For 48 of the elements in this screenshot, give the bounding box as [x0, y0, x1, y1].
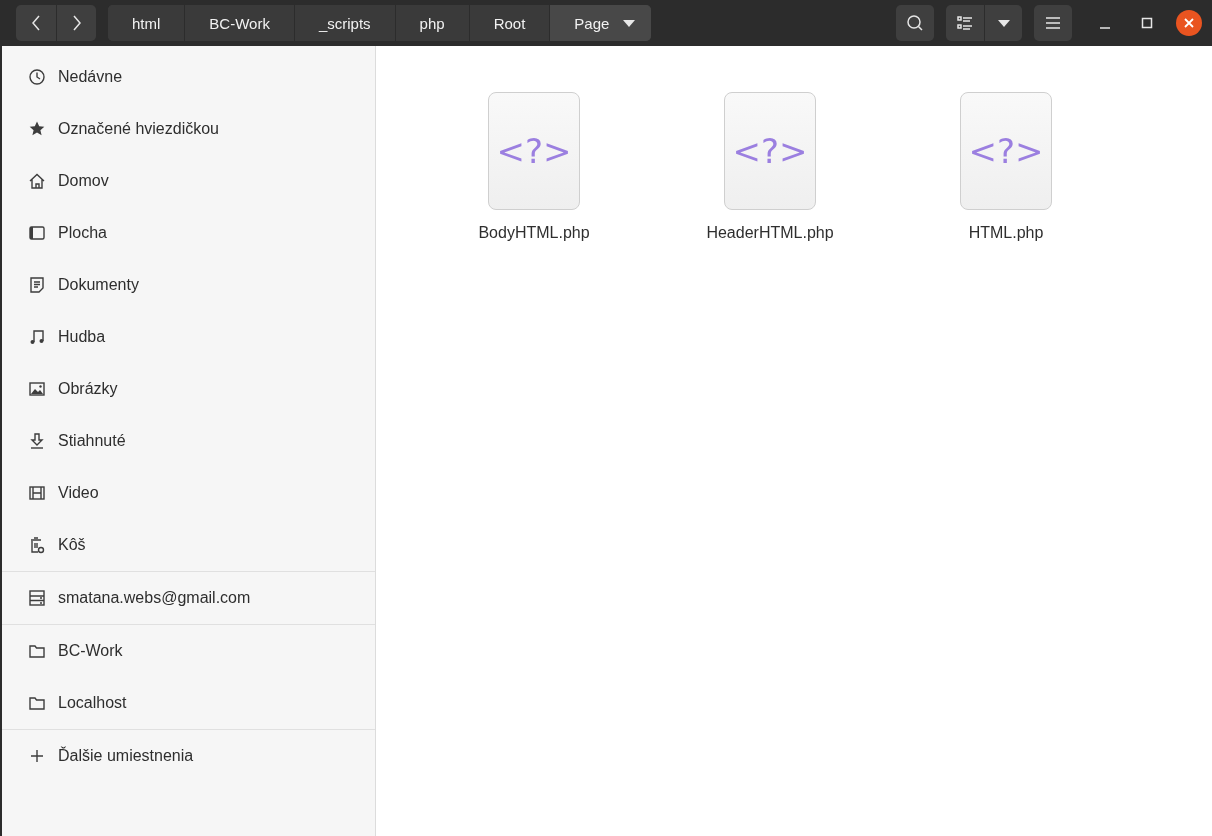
breadcrumb[interactable]: html — [108, 5, 185, 41]
file-name: HeaderHTML.php — [706, 224, 834, 242]
caret-icon — [623, 19, 636, 27]
home-icon — [28, 172, 46, 190]
sidebar-item[interactable]: Localhost — [2, 677, 375, 729]
sidebar-item[interactable]: Nedávne — [2, 51, 375, 103]
list-icon — [957, 16, 973, 30]
sidebar-item[interactable]: Video — [2, 467, 375, 519]
network-drive-icon — [28, 589, 46, 607]
caret-icon — [997, 19, 1010, 27]
search-icon — [906, 14, 924, 32]
sidebar-item[interactable]: Kôš — [2, 519, 375, 571]
file-name: HTML.php — [968, 224, 1044, 242]
sidebar-item[interactable]: Plocha — [2, 207, 375, 259]
film-icon — [28, 484, 46, 502]
breadcrumb[interactable]: BC-Work — [184, 5, 294, 41]
sidebar-item[interactable]: Ďalšie umiestnenia — [2, 730, 375, 782]
sidebar-item[interactable]: Domov — [2, 155, 375, 207]
chevron-left-icon — [31, 14, 41, 32]
document-icon — [28, 276, 46, 294]
clock-icon — [28, 68, 46, 86]
folder-icon — [28, 694, 46, 712]
plus-icon — [28, 747, 46, 765]
desktop-icon — [28, 224, 46, 242]
close-button[interactable] — [1176, 10, 1202, 36]
chevron-right-icon — [71, 14, 82, 32]
sidebar-item[interactable]: BC-Work — [2, 625, 375, 677]
minimize-icon — [1100, 27, 1110, 29]
sidebar-item[interactable]: Obrázky — [2, 363, 375, 415]
breadcrumb[interactable]: Root — [468, 5, 550, 41]
sidebar-item[interactable]: Hudba — [2, 311, 375, 363]
file-name: BodyHTML.php — [478, 224, 590, 242]
breadcrumb[interactable]: Page — [549, 5, 652, 41]
trash-icon — [28, 536, 46, 554]
music-note-icon — [28, 328, 46, 346]
breadcrumb[interactable]: php — [394, 5, 469, 41]
folder-icon — [28, 642, 46, 660]
maximize-icon — [1141, 17, 1153, 29]
breadcrumb[interactable]: _scripts — [293, 5, 395, 41]
download-icon — [28, 432, 46, 450]
menu-icon — [1046, 17, 1060, 29]
star-icon — [28, 120, 46, 138]
sidebar-item[interactable]: smatana.webs@gmail.com — [2, 572, 375, 624]
close-icon — [1184, 18, 1194, 28]
sidebar-item[interactable]: Dokumenty — [2, 259, 375, 311]
sidebar-item[interactable]: Označené hviezdičkou — [2, 103, 375, 155]
image-icon — [28, 380, 46, 398]
sidebar-item[interactable]: Stiahnuté — [2, 415, 375, 467]
